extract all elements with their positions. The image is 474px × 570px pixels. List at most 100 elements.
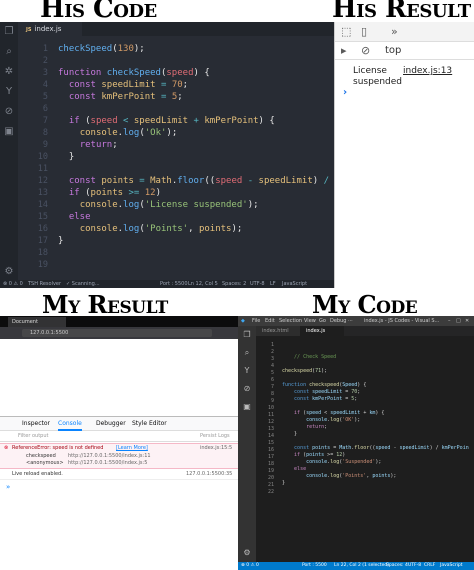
status-position[interactable]: Ln 22, Col 2 (1 selected): [334, 562, 389, 570]
line-number: 7: [42, 116, 48, 126]
menu-edit[interactable]: Edit: [265, 316, 275, 326]
menu-go[interactable]: Go: [319, 316, 326, 326]
status-eol[interactable]: CRLF: [424, 562, 435, 570]
tab-style-editor[interactable]: Style Editor: [132, 417, 167, 431]
tab-index-html[interactable]: index.html: [256, 326, 300, 336]
tab-label: index.js: [34, 25, 62, 33]
maximize-icon[interactable]: □: [456, 316, 461, 326]
code-line: if (speed < speedLimit + kmPerPoint) {: [68, 116, 275, 126]
console-source-link[interactable]: index.js:13: [403, 66, 452, 77]
devtools-toolbar: ⬚ ▯ »: [335, 22, 474, 42]
gear-icon[interactable]: ⚙: [3, 266, 15, 278]
clear-console-icon[interactable]: ⊘: [361, 43, 370, 59]
status-spaces[interactable]: Spaces: 2: [222, 280, 246, 288]
tab-index-js[interactable]: index.js: [300, 326, 344, 336]
window-title: index.js - JS Codes - Visual S...: [364, 318, 440, 324]
line-number: 9: [270, 398, 274, 404]
settings-icon[interactable]: ✲: [3, 66, 15, 78]
status-language[interactable]: JavaScript: [440, 562, 463, 570]
tab-console[interactable]: Console: [58, 417, 82, 431]
url-input[interactable]: 127.0.0.1:5500: [22, 329, 212, 337]
page-viewport: [0, 339, 238, 415]
status-port[interactable]: Port : 5500: [160, 280, 188, 288]
info-source-link[interactable]: 127.0.0.1:5500:35: [186, 469, 232, 480]
more-tabs-icon[interactable]: »: [391, 24, 398, 40]
line-number: 1: [270, 342, 274, 348]
tab-debugger[interactable]: Debugger: [96, 417, 126, 431]
stack-frame-2: <anonymous>: [26, 460, 64, 466]
status-encoding[interactable]: UTF-8: [250, 280, 265, 288]
persist-logs-checkbox[interactable]: Persist Logs: [200, 431, 230, 442]
status-tsb[interactable]: TSH Resolver: [28, 280, 61, 288]
source-control-icon[interactable]: Y: [242, 366, 252, 376]
status-eol[interactable]: LF: [270, 280, 276, 288]
inspect-icon[interactable]: ⬚: [341, 24, 351, 40]
line-number: 10: [267, 405, 274, 411]
line-number: 18: [37, 248, 48, 258]
console-message: License suspended: [353, 66, 402, 87]
line-number: 13: [37, 188, 48, 198]
status-problems[interactable]: ⊗ 0 ⚠ 0: [241, 562, 259, 570]
status-bar: ⊗ 0 ⚠ 0 Port : 5500 Ln 22, Col 2 (1 sele…: [238, 562, 474, 570]
files-icon[interactable]: ❐: [3, 26, 15, 38]
line-number: 21: [267, 482, 274, 488]
files-icon[interactable]: ❐: [242, 330, 252, 340]
browser-tab[interactable]: Document: [8, 317, 66, 327]
menu-file[interactable]: File: [252, 316, 260, 326]
line-number: 4: [42, 80, 48, 90]
stack-frame-2-source[interactable]: http://127.0.0.1:5500/index.js:5: [68, 460, 147, 466]
tab-index-js[interactable]: JS index.js: [18, 22, 82, 36]
search-icon[interactable]: ⌕: [3, 46, 15, 58]
menu-debug[interactable]: Debug: [330, 316, 346, 326]
context-select[interactable]: top: [385, 44, 401, 58]
minimize-icon[interactable]: –: [448, 316, 451, 326]
extensions-icon[interactable]: ▣: [242, 402, 252, 412]
menu-more[interactable]: ···: [348, 316, 353, 326]
status-language[interactable]: JavaScript: [282, 280, 307, 288]
code-line: return;: [79, 140, 118, 150]
close-icon[interactable]: ✕: [465, 316, 469, 326]
debug-icon[interactable]: ⊘: [3, 106, 15, 118]
status-spaces[interactable]: Spaces: 4: [386, 562, 408, 570]
code-line: console.log('Suspended');: [306, 459, 382, 465]
search-icon[interactable]: ⌕: [242, 348, 252, 358]
source-control-icon[interactable]: Y: [3, 86, 15, 98]
info-message: Live reload enabled.: [12, 471, 63, 477]
tab-inspector[interactable]: Inspector: [22, 417, 50, 431]
title-his-result: His Result: [332, 0, 471, 24]
code-line: // Check Speed: [294, 354, 337, 360]
code-line: if (speed < speedLimit + km) {: [294, 410, 385, 416]
stack-frame-1-source[interactable]: http://127.0.0.1:5500/index.js:11: [68, 453, 151, 459]
line-number: 16: [267, 447, 274, 453]
menu-selection[interactable]: Selection: [279, 316, 302, 326]
filter-input[interactable]: Filter output: [18, 431, 48, 442]
menu-view[interactable]: View: [304, 316, 316, 326]
learn-more-link[interactable]: [Learn More]: [116, 445, 148, 451]
line-number: 15: [37, 212, 48, 222]
status-port[interactable]: Port : 5500: [302, 562, 327, 570]
code-line: }: [282, 480, 286, 486]
code-line: console.log('Points', points);: [79, 224, 243, 234]
device-icon[interactable]: ▯: [361, 24, 367, 40]
code-line: }: [58, 152, 75, 162]
debug-icon[interactable]: ⊘: [242, 384, 252, 394]
status-problems[interactable]: ⊗ 0 ⚠ 0: [3, 280, 23, 288]
extensions-icon[interactable]: ▣: [3, 126, 15, 138]
console-prompt[interactable]: ›: [343, 87, 347, 98]
line-number: 11: [267, 412, 274, 418]
console-prompt[interactable]: »: [6, 483, 10, 491]
my-code-editor: ◆ File Edit Selection View Go Debug ··· …: [238, 316, 474, 570]
stack-frame-1: checkspeed: [26, 453, 56, 459]
gear-icon[interactable]: ⚙: [242, 548, 252, 558]
title-his-code: His Code: [40, 0, 157, 24]
error-source-link[interactable]: index.js:15:5: [200, 445, 232, 451]
sidebar-toggle-icon[interactable]: ▸: [341, 43, 347, 59]
his-code-editor: ❐ ⌕ ✲ Y ⊘ ▣ ⚙ JS index.js 1 2 3 4 5 6 7 8 9 10 11 12…: [0, 22, 334, 288]
status-encoding[interactable]: UTF-8: [408, 562, 421, 570]
url-toolbar: 127.0.0.1:5500: [0, 327, 238, 339]
title-my-code: My Code: [312, 290, 418, 319]
error-icon: ⊗: [4, 445, 9, 451]
js-file-icon: JS: [26, 27, 32, 33]
line-number: 2: [270, 349, 274, 355]
status-position[interactable]: Ln 12, Col 5: [188, 280, 218, 288]
